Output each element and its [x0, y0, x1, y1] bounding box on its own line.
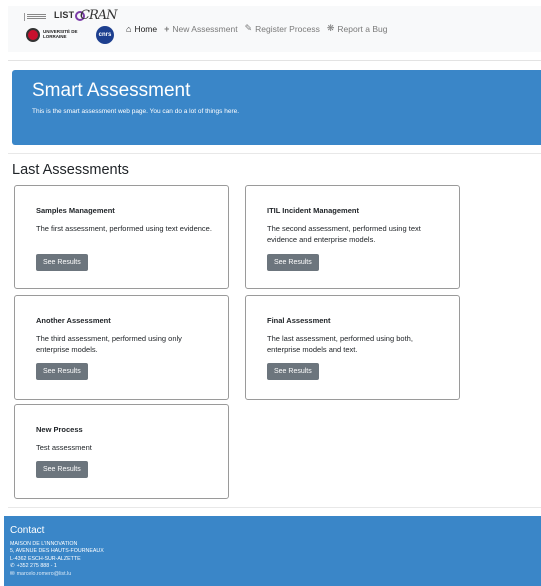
see-results-button[interactable]: See Results: [36, 461, 88, 478]
see-results-button[interactable]: See Results: [36, 363, 88, 380]
hero-lead: This is the smart assessment web page. Y…: [32, 108, 240, 115]
card-title: Samples Management: [36, 206, 115, 215]
navbar: LIST CRAN UNIVERSITÉ DE LORRAINE cnrs ⌂ …: [8, 6, 541, 52]
email-row: ✉ marcelo.romero@list.lu: [10, 571, 104, 578]
assessment-card: ITIL Incident Management The second asse…: [245, 185, 460, 289]
phone-number: +352 275 888 - 1: [16, 563, 57, 570]
hero-title: Smart Assessment: [32, 80, 191, 101]
address-line: L-4362 ESCH-SUR-ALZETTE: [10, 555, 81, 562]
cran-logo: CRAN: [80, 8, 117, 23]
phone-icon: ✆: [10, 563, 15, 570]
cnrs-logo: cnrs: [96, 26, 114, 44]
footer: Contact MAISON DE L'INNOVATION 5, AVENUE…: [4, 516, 541, 586]
divider: [8, 153, 541, 154]
card-title: Final Assessment: [267, 316, 331, 325]
section-title: Last Assessments: [12, 162, 129, 178]
card-text: The third assessment, performed using on…: [36, 334, 182, 354]
email-link[interactable]: marcelo.romero@list.lu: [17, 571, 72, 578]
home-icon: ⌂: [126, 23, 132, 34]
assessment-card: Final Assessment The last assessment, pe…: [245, 295, 460, 400]
card-text: Test assessment: [36, 443, 92, 452]
nav-item-label: Home: [134, 23, 158, 34]
address-line: 5, AVENUE DES HAUTS-FOURNEAUX: [10, 548, 104, 555]
phone-row: ✆ +352 275 888 - 1: [10, 563, 104, 570]
nav-item-new-assessment[interactable]: + New Assessment: [164, 24, 237, 34]
card-text: The first assessment, performed using te…: [36, 224, 212, 233]
ministry-logo: [24, 13, 48, 21]
brand-logos[interactable]: LIST CRAN UNIVERSITÉ DE LORRAINE cnrs: [20, 6, 124, 52]
nav-item-report-bug[interactable]: ❋ Report a Bug: [327, 23, 388, 34]
see-results-button[interactable]: See Results: [36, 254, 88, 271]
divider: [8, 60, 541, 61]
address-line: MAISON DE L'INNOVATION: [10, 541, 78, 547]
assessment-card: Samples Management The first assessment,…: [14, 185, 229, 289]
pencil-icon: ✎: [244, 23, 253, 33]
assessment-card: New Process Test assessment See Results: [14, 404, 229, 499]
nav-item-label: Register Process: [255, 23, 320, 34]
assessment-card: Another Assessment The third assessment,…: [14, 295, 229, 400]
footer-contact-info: MAISON DE L'INNOVATION 5, AVENUE DES HAU…: [10, 541, 104, 578]
card-title: Another Assessment: [36, 316, 111, 325]
see-results-button[interactable]: See Results: [267, 254, 319, 271]
bug-icon: ❋: [326, 23, 335, 33]
card-text: The second assessment, performed using t…: [267, 224, 421, 244]
nav-menu: ⌂ Home + New Assessment ✎ Register Proce…: [126, 23, 395, 34]
card-text: The last assessment, performed using bot…: [267, 334, 413, 354]
nav-item-label: New Assessment: [172, 23, 238, 34]
hero-banner: Smart Assessment This is the smart asses…: [12, 70, 541, 145]
envelope-icon: ✉: [10, 570, 15, 577]
nav-item-home[interactable]: ⌂ Home: [126, 24, 157, 34]
footer-title: Contact: [10, 525, 45, 536]
see-results-button[interactable]: See Results: [267, 363, 319, 380]
plus-icon: +: [164, 23, 170, 34]
nav-item-label: Report a Bug: [337, 23, 388, 34]
divider: [8, 507, 541, 508]
card-title: New Process: [36, 425, 83, 434]
nav-item-register-process[interactable]: ✎ Register Process: [245, 23, 320, 34]
card-title: ITIL Incident Management: [267, 206, 359, 215]
